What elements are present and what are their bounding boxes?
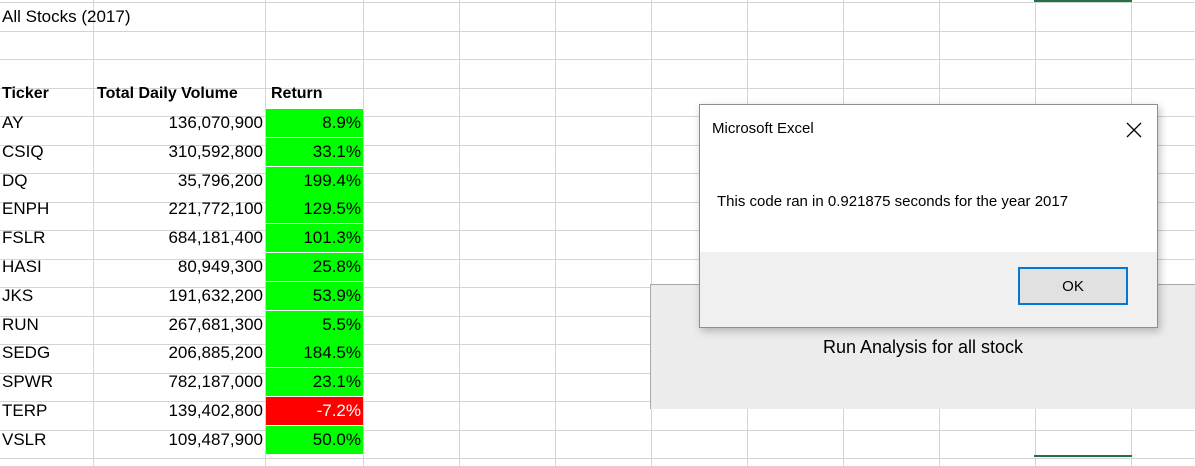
return-cell[interactable]: 33.1% bbox=[266, 137, 363, 166]
sheet-title[interactable]: All Stocks (2017) bbox=[2, 3, 131, 31]
volume-cell[interactable]: 191,632,200 bbox=[94, 282, 264, 310]
return-cell[interactable]: 129.5% bbox=[266, 195, 363, 224]
volume-cell[interactable]: 221,772,100 bbox=[94, 195, 264, 223]
row-gridline bbox=[0, 458, 1195, 459]
ticker-cell[interactable]: DQ bbox=[2, 167, 28, 195]
dialog-footer: OK bbox=[700, 252, 1157, 327]
volume-cell[interactable]: 35,796,200 bbox=[94, 167, 264, 195]
ticker-cell[interactable]: SPWR bbox=[2, 368, 53, 396]
ticker-cell[interactable]: AY bbox=[2, 109, 23, 137]
volume-cell[interactable]: 684,181,400 bbox=[94, 224, 264, 252]
return-cell[interactable]: 184.5% bbox=[266, 339, 363, 368]
ticker-cell[interactable]: SEDG bbox=[2, 339, 50, 367]
return-cell[interactable]: -7.2% bbox=[266, 397, 363, 425]
ticker-cell[interactable]: TERP bbox=[2, 397, 47, 425]
selected-cell-top bbox=[1034, 0, 1132, 2]
ticker-cell[interactable]: CSIQ bbox=[2, 138, 44, 166]
volume-cell[interactable]: 782,187,000 bbox=[94, 368, 264, 396]
volume-cell[interactable]: 206,885,200 bbox=[94, 339, 264, 367]
ticker-cell[interactable]: RUN bbox=[2, 311, 39, 339]
return-cell[interactable]: 199.4% bbox=[266, 166, 363, 195]
volume-cell[interactable]: 139,402,800 bbox=[94, 397, 264, 425]
ticker-cell[interactable]: ENPH bbox=[2, 195, 49, 223]
message-dialog: Microsoft Excel This code ran in 0.92187… bbox=[699, 104, 1158, 328]
return-cell[interactable]: 53.9% bbox=[266, 281, 363, 310]
return-cell[interactable]: 5.5% bbox=[266, 310, 363, 339]
ok-button[interactable]: OK bbox=[1018, 267, 1128, 305]
row-gridline bbox=[0, 2, 1195, 3]
return-cell[interactable]: 8.9% bbox=[266, 109, 363, 137]
ticker-cell[interactable]: JKS bbox=[2, 282, 33, 310]
volume-cell[interactable]: 109,487,900 bbox=[94, 426, 264, 454]
ticker-cell[interactable]: VSLR bbox=[2, 426, 46, 454]
return-cell[interactable]: 23.1% bbox=[266, 368, 363, 397]
column-gridline bbox=[555, 0, 556, 466]
header-volume[interactable]: Total Daily Volume bbox=[94, 80, 264, 108]
dialog-title: Microsoft Excel bbox=[712, 120, 814, 137]
close-icon bbox=[1126, 122, 1142, 138]
volume-cell[interactable]: 136,070,900 bbox=[94, 109, 264, 137]
return-cell[interactable]: 50.0% bbox=[266, 425, 363, 454]
run-analysis-label: Run Analysis for all stock bbox=[822, 337, 1024, 357]
ticker-cell[interactable]: HASI bbox=[2, 253, 42, 281]
header-ticker[interactable]: Ticker bbox=[2, 80, 49, 108]
column-gridline bbox=[363, 0, 364, 466]
dialog-message: This code ran in 0.921875 seconds for th… bbox=[717, 193, 1069, 210]
row-gridline bbox=[0, 30, 1195, 32]
row-gridline bbox=[0, 59, 1195, 60]
header-return[interactable]: Return bbox=[271, 80, 323, 108]
dialog-titlebar[interactable]: Microsoft Excel bbox=[700, 105, 1157, 155]
column-gridline bbox=[459, 0, 460, 466]
ticker-cell[interactable]: FSLR bbox=[2, 224, 45, 252]
volume-cell[interactable]: 267,681,300 bbox=[94, 311, 264, 339]
close-button[interactable] bbox=[1119, 115, 1149, 145]
volume-cell[interactable]: 80,949,300 bbox=[94, 253, 264, 281]
selected-cell-bottom bbox=[1034, 455, 1132, 457]
volume-cell[interactable]: 310,592,800 bbox=[94, 138, 264, 166]
return-cell[interactable]: 101.3% bbox=[266, 224, 363, 253]
return-cell[interactable]: 25.8% bbox=[266, 253, 363, 281]
